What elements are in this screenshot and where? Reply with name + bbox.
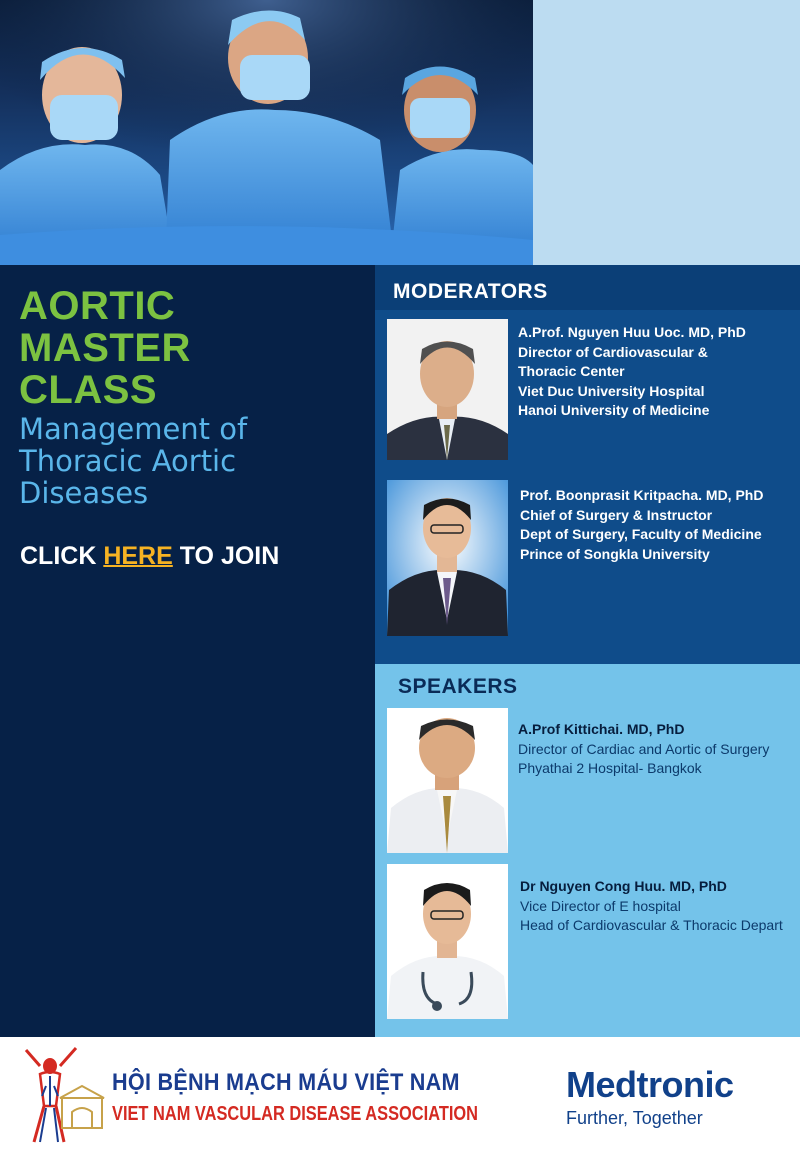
cta-prefix: CLICK: [20, 542, 104, 570]
event-subtitle-line-2: Thoracic Aortic: [19, 444, 237, 478]
speaker-2-info: Dr Nguyen Cong Huu. MD, PhD Vice Directo…: [520, 877, 783, 936]
moderator-1-title-line: Thoracic Center: [518, 363, 625, 379]
moderator-1-info: A.Prof. Nguyen Huu Uoc. MD, PhD Director…: [518, 323, 746, 421]
speaker-1-portrait: [387, 708, 508, 853]
medtronic-logo-wordmark: Medtronic: [566, 1064, 734, 1105]
join-call-to-action: CLICK HERE TO JOIN: [20, 542, 279, 571]
speaker-1-title-line: Phyathai 2 Hospital- Bangkok: [518, 760, 702, 776]
event-subtitle-line-1: Management of: [19, 412, 248, 446]
moderator-2-info: Prof. Boonprasit Kritpacha. MD, PhD Chie…: [520, 486, 763, 564]
moderator-2-title-line: Prince of Songkla University: [520, 545, 710, 562]
moderator-2-name: Prof. Boonprasit Kritpacha. MD, PhD: [520, 487, 764, 503]
vascular-association-logo: [16, 1046, 108, 1146]
join-here-link[interactable]: HERE: [103, 542, 172, 570]
event-subtitle-line-3: Diseases: [19, 476, 149, 510]
medtronic-tagline: Further, Together: [566, 1108, 703, 1128]
banner-light-block: [533, 0, 800, 265]
speaker-1-info: A.Prof Kittichai. MD, PhD Director of Ca…: [518, 720, 769, 779]
moderator-1-title-line: Hanoi University of Medicine: [518, 402, 710, 418]
speaker-1-name: A.Prof Kittichai. MD, PhD: [518, 721, 685, 737]
cta-suffix: TO JOIN: [172, 542, 280, 570]
surgeons-banner-photo: [0, 0, 533, 265]
moderator-1-title-line: Director of Cardiovascular &: [518, 343, 708, 360]
event-title-line-1: AORTIC: [19, 284, 176, 328]
speakers-heading: SPEAKERS: [398, 675, 518, 698]
speaker-2-name: Dr Nguyen Cong Huu. MD, PhD: [520, 878, 727, 894]
speaker-2-title-line: Head of Cardiovascular & Thoracic Depart: [520, 917, 783, 933]
event-title-line-3: CLASS: [19, 368, 158, 412]
moderator-1-title-line: Viet Duc University Hospital: [518, 382, 705, 399]
association-name-english: VIET NAM VASCULAR DISEASE ASSOCIATION: [112, 1103, 478, 1125]
moderators-heading: MODERATORS: [393, 280, 548, 303]
moderator-2-portrait: [387, 480, 508, 636]
moderator-1-portrait: [387, 319, 508, 460]
speaker-2-portrait: [387, 864, 508, 1019]
moderator-2-title-line: Chief of Surgery & Instructor: [520, 506, 713, 523]
moderator-2-title-line: Dept of Surgery, Faculty of Medicine: [520, 526, 762, 542]
moderator-1-name: A.Prof. Nguyen Huu Uoc. MD, PhD: [518, 324, 746, 340]
event-title-line-2: MASTER: [19, 326, 191, 370]
speaker-2-title-line: Vice Director of E hospital: [520, 897, 681, 914]
speaker-1-title-line: Director of Cardiac and Aortic of Surger…: [518, 740, 770, 757]
association-name-vietnamese: HỘI BỆNH MẠCH MÁU VIỆT NAM: [112, 1069, 460, 1096]
